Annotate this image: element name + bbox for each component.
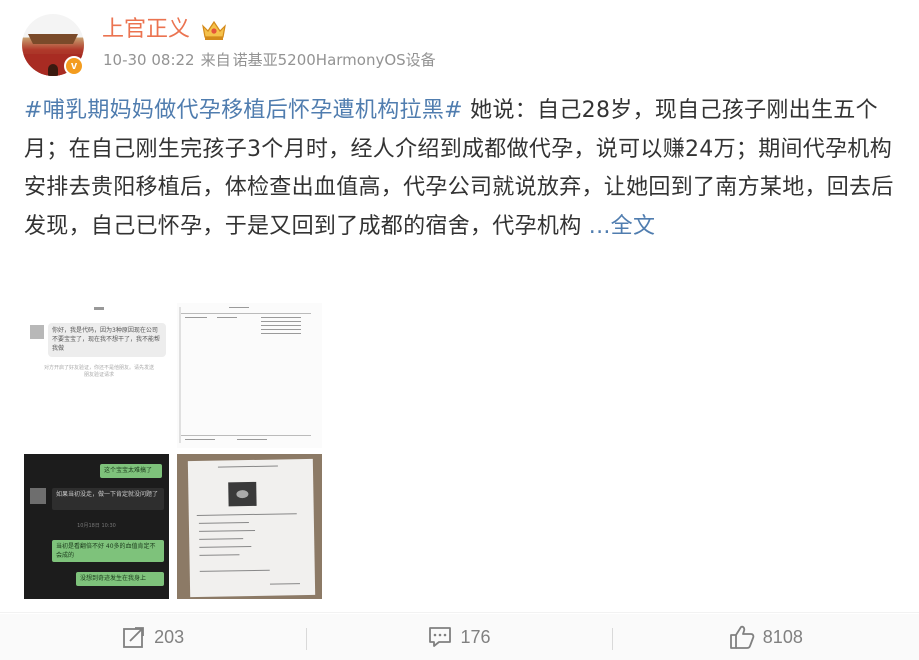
image-top-mark (94, 307, 104, 310)
thumbs-up-icon (729, 625, 755, 649)
author-name[interactable]: 上官正义 (102, 16, 190, 44)
paper-line (199, 538, 244, 540)
post-image-4[interactable] (177, 454, 322, 599)
chat-bubble-green: 没想到奇迹发生在我身上 (76, 572, 164, 586)
doc-line (181, 313, 311, 314)
chat-avatar-icon (30, 488, 46, 504)
doc-line (229, 307, 249, 308)
paper-line (269, 583, 300, 585)
chat-bubble-green: 当初是看翻倍不好 40多的血值肯定不会成的 (52, 540, 164, 562)
weibo-post-card: v 上官正义 10-30 08:22 来自 诺基亚5200HarmonyOS设备 #… (0, 0, 919, 660)
doc-line (261, 321, 301, 322)
post-time[interactable]: 10-30 08:22 (103, 51, 195, 69)
doc-line (261, 317, 301, 318)
comment-button[interactable]: 176 (306, 614, 612, 660)
avatar-door-shape (48, 64, 58, 76)
post-source: 诺基亚5200HarmonyOS设备 (232, 51, 436, 69)
paper-line (199, 569, 270, 572)
post-image-2[interactable] (177, 303, 322, 448)
crown-icon (202, 20, 226, 40)
doc-line (185, 439, 215, 440)
comment-icon (429, 627, 452, 647)
repost-icon (123, 627, 145, 648)
footer-divider (0, 612, 919, 613)
paper-line (196, 513, 297, 516)
chat-system-tip: 对方开启了好友验证，你还不是他朋友。请先发送朋友验证请求 (44, 365, 155, 378)
hashtag-link[interactable]: #哺乳期妈妈做代孕移植后怀孕遭机构拉黑# (24, 98, 463, 123)
paper-line (199, 554, 240, 556)
chat-time: 10月18日 10:30 (77, 523, 116, 529)
like-count: 8108 (762, 626, 803, 647)
doc-line (217, 317, 237, 318)
post-image-1[interactable]: 你好，我是代码，因为3种原因现在公司不要宝宝了，现在我不想干了，我不能帮我做 对… (24, 303, 169, 448)
doc-line (261, 325, 301, 326)
action-bar: 203 176 8108 (0, 614, 919, 660)
paper-line (199, 529, 256, 532)
paper-line (198, 522, 249, 524)
repost-button[interactable]: 203 (0, 614, 306, 660)
chat-avatar-icon (30, 325, 44, 339)
doc-line (181, 435, 311, 436)
doc-line (185, 317, 207, 318)
read-more-link[interactable]: ...全文 (589, 214, 655, 239)
doc-edge (179, 307, 181, 443)
doc-line (237, 439, 267, 440)
post-image-3[interactable]: 这个宝宝太难搞了 如果当初没走，做一下肯定就没问题了 10月18日 10:30 … (24, 454, 169, 599)
comment-count: 176 (460, 626, 491, 647)
repost-count: 203 (154, 626, 185, 647)
like-button[interactable]: 8108 (613, 614, 919, 660)
paper-line (199, 546, 252, 548)
verified-badge-icon: v (64, 56, 84, 76)
chat-bubble-green: 这个宝宝太难搞了 (100, 464, 162, 478)
doc-line (261, 333, 301, 334)
post-meta: 10-30 08:22 来自 诺基亚5200HarmonyOS设备 (103, 50, 442, 70)
source-prefix: 来自 (200, 51, 231, 69)
chat-bubble-dark: 如果当初没走，做一下肯定就没问题了 (52, 488, 164, 510)
report-paper (187, 458, 316, 598)
chat-bubble: 你好，我是代码，因为3种原因现在公司不要宝宝了，现在我不想干了，我不能帮我做 (48, 323, 166, 357)
avatar-roof-shape (28, 34, 78, 44)
doc-line (261, 329, 301, 330)
post-content: #哺乳期妈妈做代孕移植后怀孕遭机构拉黑# 她说：自己28岁，现自己孩子刚出生五个… (24, 92, 896, 246)
paper-line (217, 465, 278, 468)
